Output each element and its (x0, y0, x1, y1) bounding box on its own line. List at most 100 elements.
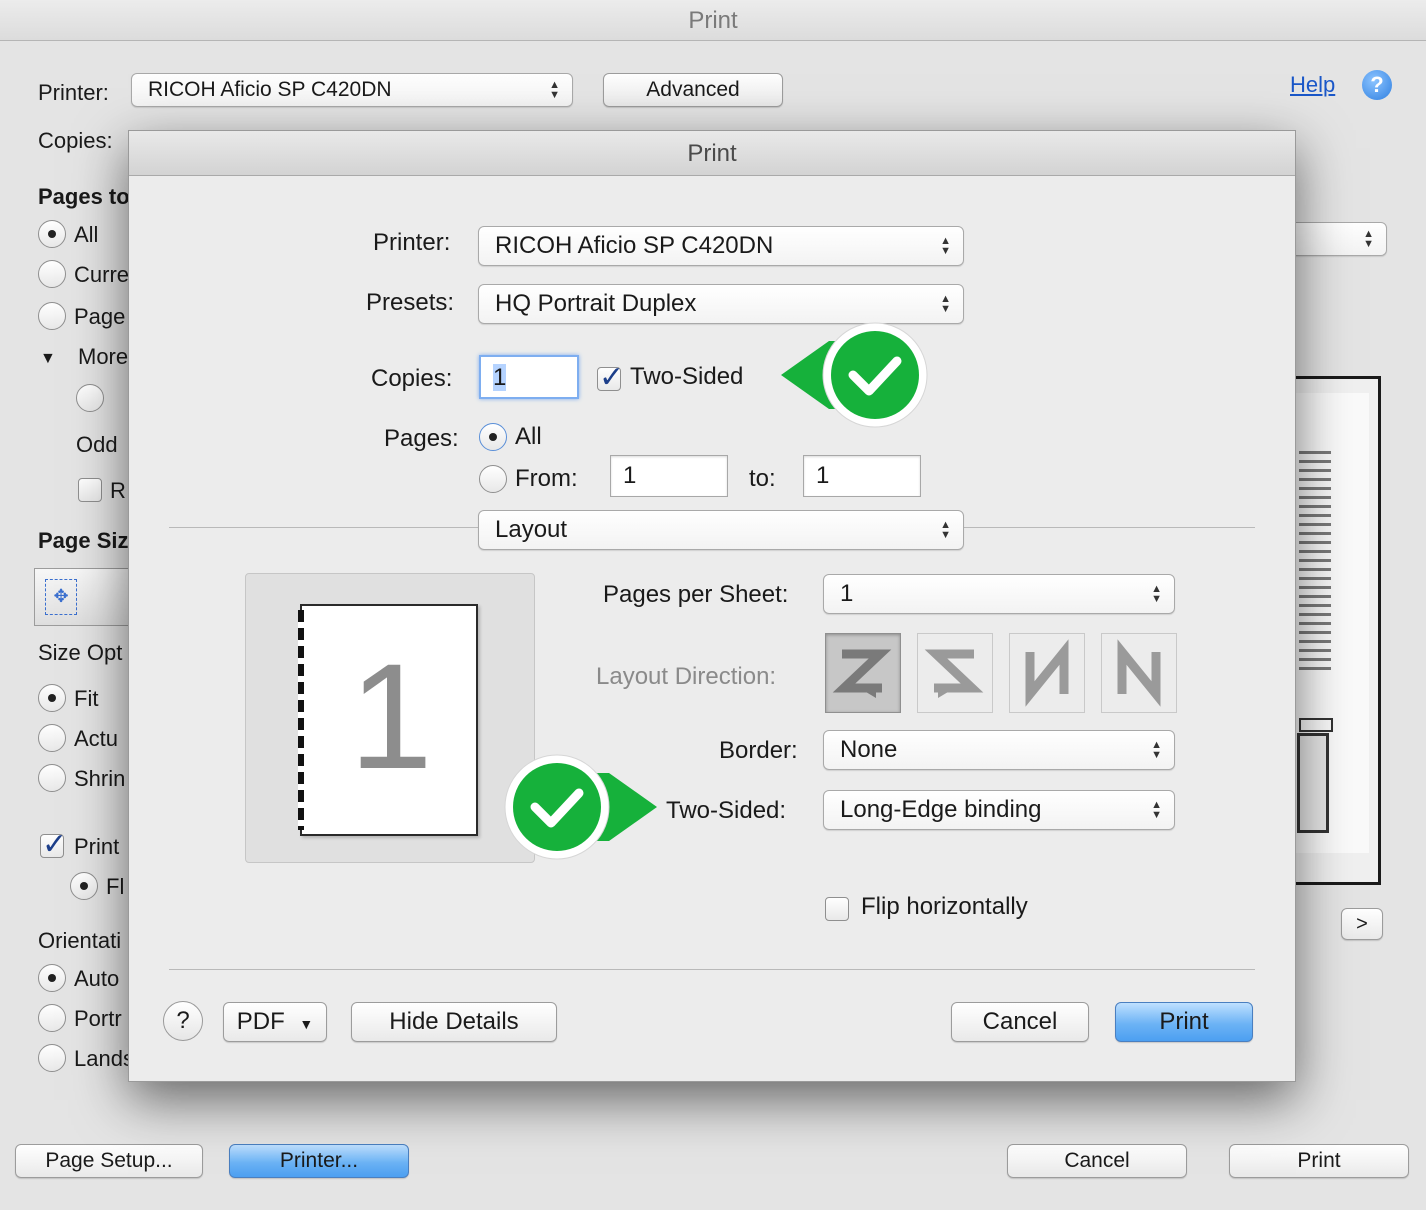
bg-checkbox-print[interactable]: ✓ (40, 828, 67, 861)
bg-radio-fit[interactable] (38, 684, 66, 712)
layout-preview-panel: 1 (245, 573, 535, 863)
bg-fl-label: Fl (106, 874, 125, 899)
presets-value: HQ Portrait Duplex (495, 290, 697, 317)
border-value: None (840, 736, 898, 763)
bg-print-button[interactable]: Print (1229, 1144, 1409, 1178)
copies-field[interactable]: 1 (479, 355, 579, 399)
bg-radio-shrink[interactable] (38, 764, 66, 792)
footer-separator (169, 969, 1255, 970)
pdf-button-label: PDF (236, 1008, 285, 1035)
from-field[interactable]: 1 (610, 455, 728, 497)
bg-right-popup[interactable]: ▲ ▼ (1280, 222, 1387, 256)
updown-arrows-icon: ▲ ▼ (1151, 583, 1162, 605)
updown-arrows-icon: ▲ ▼ (940, 293, 951, 315)
bg-actual-label: Actu (74, 726, 119, 751)
bg-printer-button[interactable]: Printer... (229, 1144, 409, 1178)
pages-per-sheet-value: 1 (840, 580, 854, 607)
resize-arrows-icon: ✥ (45, 579, 77, 615)
updown-arrows-icon: ▲ ▼ (1151, 739, 1162, 761)
disclosure-triangle-icon[interactable]: ▼ (40, 350, 56, 368)
layout-direction-z-button[interactable] (825, 633, 901, 713)
hide-details-button[interactable]: Hide Details (351, 1002, 557, 1042)
bg-print-label: Print (74, 834, 120, 859)
vertical-reverse-direction-icon (1025, 639, 1069, 707)
two-sided-label: Two-Sided: (666, 797, 787, 824)
preview-sheet: 1 (298, 604, 478, 836)
layout-direction-s-button[interactable] (917, 633, 993, 713)
bg-radio-auto[interactable] (38, 964, 66, 992)
dialog-title-bar: Print (129, 131, 1295, 176)
bg-radio-pages-label: Page (74, 304, 126, 329)
bg-size-options-heading: Size Opt (38, 640, 123, 665)
bg-help-link[interactable]: Help (1290, 72, 1335, 98)
print-dialog: Print Printer: RICOH Aficio SP C420DN ▲ ▼… (128, 130, 1296, 1082)
bg-advanced-button[interactable]: Advanced (603, 73, 783, 107)
print-button[interactable]: Print (1115, 1002, 1253, 1042)
bg-radio-all[interactable] (38, 220, 66, 248)
flip-horizontally-label: Flip horizontally (861, 893, 1028, 920)
bg-cancel-button[interactable]: Cancel (1007, 1144, 1187, 1178)
z-direction-icon (832, 649, 892, 698)
pages-from-radio[interactable] (479, 465, 507, 493)
layout-direction-n-reverse-button[interactable] (1009, 633, 1085, 713)
background-window-title: Print (688, 7, 738, 34)
dialog-title: Print (687, 140, 737, 167)
pages-per-sheet-popup[interactable]: 1 ▲ ▼ (823, 574, 1175, 614)
flip-horizontally-checkbox[interactable] (825, 897, 849, 921)
background-title-bar: Print (0, 0, 1426, 41)
layout-direction-label: Layout Direction: (596, 663, 777, 690)
bg-printer-label: Printer: (38, 80, 109, 105)
pdf-button[interactable]: PDF ▼ (223, 1002, 327, 1042)
bg-shrink-label: Shrin (74, 766, 126, 791)
bg-odd-label: Odd (76, 432, 118, 457)
bg-checkbox-r[interactable] (78, 478, 102, 502)
bg-radio-current[interactable] (38, 260, 66, 288)
bg-radio-all-label: All (74, 222, 99, 247)
bg-preview-page (1289, 393, 1369, 853)
pages-all-radio[interactable] (479, 423, 507, 451)
cancel-button[interactable]: Cancel (951, 1002, 1089, 1042)
bg-radio-fl[interactable] (70, 872, 98, 900)
two-sided-checkbox[interactable]: ✓ (597, 361, 624, 394)
reverse-z-direction-icon (924, 649, 984, 698)
border-popup[interactable]: None ▲ ▼ (823, 730, 1175, 770)
help-button[interactable]: ? (163, 1001, 203, 1041)
printer-popup[interactable]: RICOH Aficio SP C420DN ▲ ▼ (478, 226, 964, 266)
bg-help-icon[interactable]: ? (1362, 70, 1392, 100)
bg-radio-portrait[interactable] (38, 1004, 66, 1032)
updown-arrows-icon: ▲ ▼ (1363, 228, 1374, 250)
bg-preview-text-block (1299, 451, 1331, 671)
bg-radio-actual[interactable] (38, 724, 66, 752)
bg-page-size-tool[interactable]: ✥ (34, 568, 130, 626)
to-value: 1 (816, 462, 830, 489)
bg-radio-current-label: Curre (74, 262, 130, 287)
bg-radio-landscape[interactable] (38, 1044, 66, 1072)
presets-label: Presets: (366, 289, 455, 316)
chevron-down-icon: ▼ (299, 1016, 314, 1032)
section-popup[interactable]: Layout ▲ ▼ (478, 510, 964, 550)
two-sided-checkbox-label: Two-Sided (630, 363, 744, 390)
bg-page-size-heading: Page Siz (38, 528, 129, 553)
bg-radio-pages[interactable] (38, 302, 66, 330)
bg-copies-label: Copies: (38, 128, 113, 153)
bg-next-button[interactable]: > (1341, 908, 1383, 940)
section-separator-left (169, 527, 479, 528)
bg-printer-popup[interactable]: RICOH Aficio SP C420DN ▲ ▼ (131, 73, 573, 107)
preview-page-number: 1 (349, 632, 433, 800)
two-sided-popup[interactable]: Long-Edge binding ▲ ▼ (823, 790, 1175, 830)
layout-direction-n-button[interactable] (1101, 633, 1177, 713)
two-sided-value: Long-Edge binding (840, 796, 1042, 823)
bg-page-setup-button[interactable]: Page Setup... (15, 1144, 203, 1178)
bg-radio-c[interactable] (76, 384, 104, 412)
checkmark-icon: ✓ (42, 828, 68, 861)
vertical-direction-icon (1117, 639, 1161, 707)
to-field[interactable]: 1 (803, 455, 921, 497)
presets-popup[interactable]: HQ Portrait Duplex ▲ ▼ (478, 284, 964, 324)
bg-more-label: More (78, 344, 129, 369)
bg-orientation-heading: Orientati (38, 928, 122, 953)
copies-label: Copies: (371, 365, 453, 392)
section-separator-right (963, 527, 1255, 528)
copies-value: 1 (493, 364, 507, 391)
updown-arrows-icon: ▲ ▼ (940, 519, 951, 541)
from-value: 1 (623, 462, 637, 489)
